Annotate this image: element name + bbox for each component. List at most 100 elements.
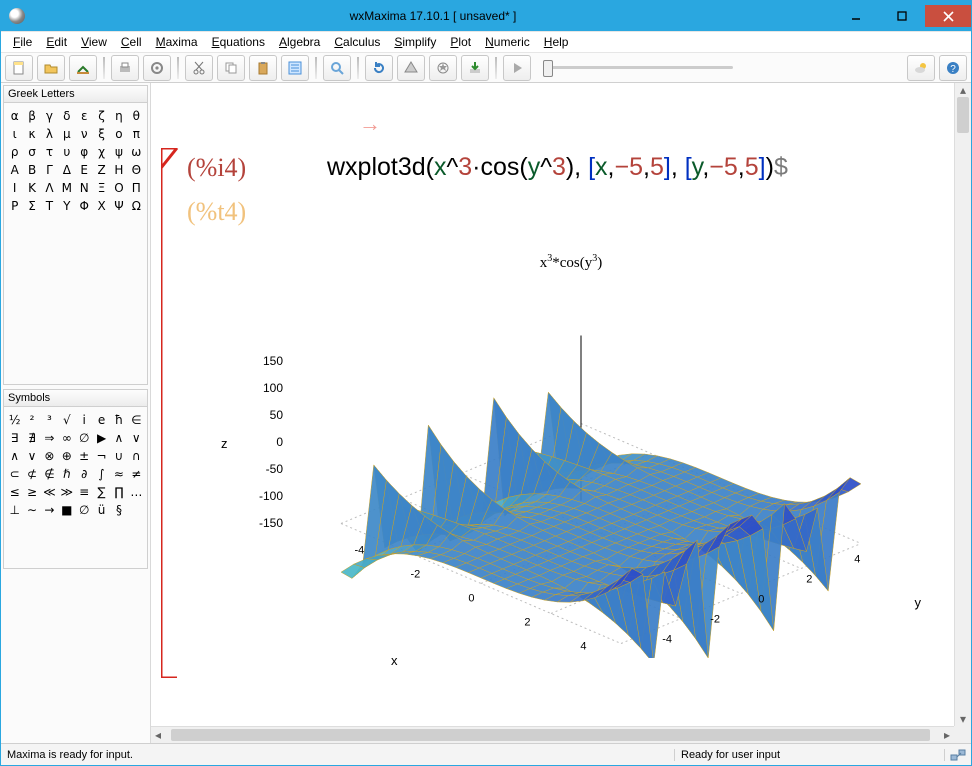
greek-char[interactable]: Ο [110,179,127,197]
symbol-char[interactable]: ∄ [23,429,40,447]
greek-char[interactable]: Φ [76,197,93,215]
menu-file[interactable]: File [7,33,38,51]
greek-char[interactable]: Λ [41,179,58,197]
vertical-scrollbar[interactable]: ▴▾ [954,83,971,726]
greek-char[interactable]: Ξ [93,179,110,197]
close-button[interactable] [925,5,971,27]
greek-char[interactable]: Ι [6,179,23,197]
symbol-char[interactable]: ≠ [128,465,145,483]
greek-char[interactable]: Μ [58,179,75,197]
symbol-char[interactable]: ≫ [58,483,75,501]
greek-char[interactable]: τ [41,143,58,161]
greek-char[interactable]: ω [128,143,145,161]
symbol-char[interactable]: ü [93,501,110,519]
greek-char[interactable]: Τ [41,197,58,215]
greek-char[interactable]: Υ [58,197,75,215]
symbol-char[interactable]: ∈ [128,411,145,429]
greek-char[interactable]: π [128,125,145,143]
greek-char[interactable]: Ζ [93,161,110,179]
symbol-char[interactable]: √ [58,411,75,429]
restart-button[interactable] [365,55,393,81]
greek-char[interactable]: Γ [41,161,58,179]
greek-char[interactable]: Σ [23,197,40,215]
greek-char[interactable]: θ [128,107,145,125]
greek-char[interactable]: α [6,107,23,125]
horizontal-scrollbar[interactable]: ◂▸ [151,726,954,743]
symbol-char[interactable]: ≪ [41,483,58,501]
cell-bracket[interactable] [161,148,179,678]
copy-button[interactable] [217,55,245,81]
symbol-char[interactable]: ⊗ [41,447,58,465]
greek-char[interactable]: η [110,107,127,125]
symbol-char[interactable]: ∧ [110,429,127,447]
greek-char[interactable]: ο [110,125,127,143]
greek-char[interactable]: ζ [93,107,110,125]
greek-char[interactable]: Ψ [110,197,127,215]
symbol-char[interactable]: ℏ [58,465,75,483]
menu-algebra[interactable]: Algebra [273,33,326,51]
new-button[interactable] [5,55,33,81]
greek-char[interactable]: σ [23,143,40,161]
menu-simplify[interactable]: Simplify [388,33,442,51]
symbol-char[interactable]: ∨ [128,429,145,447]
greek-char[interactable]: Θ [128,161,145,179]
greek-char[interactable]: Χ [93,197,110,215]
greek-char[interactable]: Ε [76,161,93,179]
save-button[interactable] [69,55,97,81]
symbol-char[interactable]: … [128,483,145,501]
find-button[interactable] [323,55,351,81]
symbol-char[interactable]: е [93,411,110,429]
greek-char[interactable]: ι [6,125,23,143]
paste-button[interactable] [249,55,277,81]
menu-edit[interactable]: Edit [40,33,73,51]
greek-char[interactable]: Π [128,179,145,197]
greek-char[interactable]: ξ [93,125,110,143]
symbol-char[interactable]: ∃ [6,429,23,447]
help-button[interactable]: ? [939,55,967,81]
greek-char[interactable]: β [23,107,40,125]
symbol-char[interactable]: ∉ [41,465,58,483]
symbol-char[interactable]: ħ [110,411,127,429]
greek-char[interactable]: δ [58,107,75,125]
print-button[interactable] [111,55,139,81]
menu-equations[interactable]: Equations [206,33,271,51]
symbol-char[interactable]: ± [76,447,93,465]
symbol-char[interactable]: ⊕ [58,447,75,465]
symbol-char[interactable]: ∂ [76,465,93,483]
symbol-char[interactable]: → [41,501,58,519]
symbol-char[interactable]: ∑ [93,483,110,501]
greek-char[interactable]: ρ [6,143,23,161]
greek-char[interactable]: Β [23,161,40,179]
select-all-button[interactable] [281,55,309,81]
greek-char[interactable]: λ [41,125,58,143]
symbol-char[interactable]: ⇒ [41,429,58,447]
evaluate-all-button[interactable] [461,55,489,81]
symbol-char[interactable]: § [110,501,127,519]
greek-char[interactable]: μ [58,125,75,143]
greek-char[interactable]: φ [76,143,93,161]
maximize-button[interactable] [879,5,925,27]
animation-play-button[interactable] [503,55,531,81]
symbol-char[interactable]: ∩ [128,447,145,465]
symbol-char[interactable]: ∪ [110,447,127,465]
symbol-char[interactable]: ≡ [76,483,93,501]
symbol-char[interactable]: ⊄ [23,465,40,483]
symbol-char[interactable]: ³ [41,411,58,429]
symbol-char[interactable]: і [76,411,93,429]
symbol-char[interactable]: ∼ [23,501,40,519]
greek-char[interactable]: Ν [76,179,93,197]
greek-char[interactable]: Ρ [6,197,23,215]
cut-button[interactable] [185,55,213,81]
menu-help[interactable]: Help [538,33,575,51]
symbol-char[interactable]: ∏ [110,483,127,501]
greek-char[interactable]: ν [76,125,93,143]
greek-char[interactable]: Η [110,161,127,179]
greek-char[interactable]: ψ [110,143,127,161]
animation-slider[interactable] [543,66,733,69]
symbol-char[interactable]: ¬ [93,447,110,465]
menu-calculus[interactable]: Calculus [328,33,386,51]
symbol-char[interactable]: ² [23,411,40,429]
symbol-char[interactable]: ⊥ [6,501,23,519]
greek-char[interactable]: κ [23,125,40,143]
worksheet[interactable]: → (%i4) (%t4) wxplot3d(x^3·cos(y^3), [x,… [151,83,971,743]
